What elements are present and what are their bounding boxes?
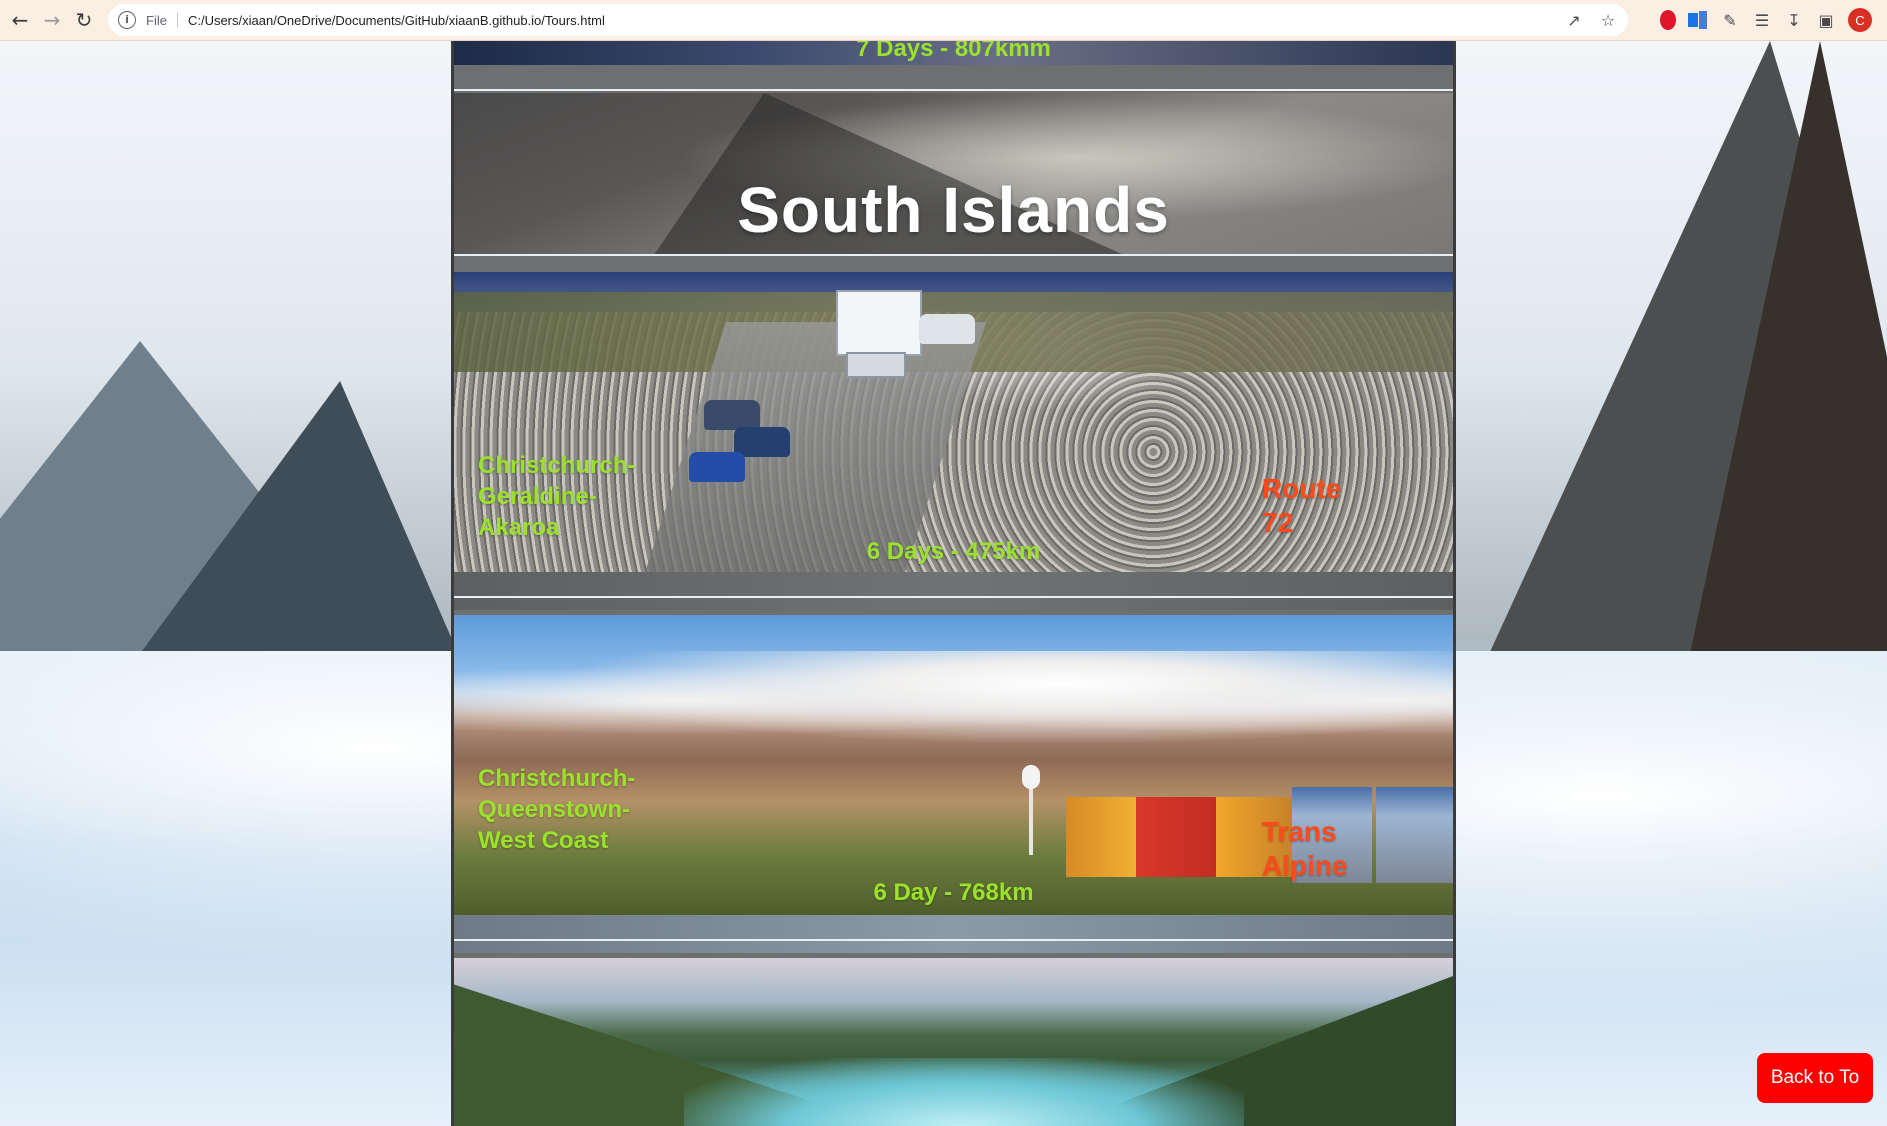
car <box>689 452 745 482</box>
tour-duration-text: 6 Day - 768km <box>873 879 1034 906</box>
section-divider <box>454 89 1453 91</box>
rail-signal-head <box>1022 765 1040 789</box>
tour-card-route-72[interactable]: Christchurch-Geraldine-Akaroa Route 72 6… <box>454 272 1453 572</box>
glacier-ice <box>684 1058 1244 1126</box>
truck-cab <box>846 352 906 378</box>
browser-toolbar: ← → ↻ i File C:/Users/xiaan/OneDrive/Doc… <box>0 0 1887 41</box>
forward-arrow-icon[interactable]: → <box>38 6 66 34</box>
locomotive <box>1066 797 1136 877</box>
tours-column: 7 Days - 807kmm South Islands Christchur… <box>451 41 1456 1126</box>
reading-list-icon[interactable]: ☰ <box>1752 10 1772 30</box>
car <box>919 314 975 344</box>
section-title: South Islands <box>737 174 1170 246</box>
car <box>734 427 790 457</box>
section-divider <box>454 596 1453 598</box>
opera-extension-icon[interactable] <box>1660 10 1676 30</box>
address-bar[interactable]: i File C:/Users/xiaan/OneDrive/Documents… <box>108 4 1628 36</box>
back-to-top-button[interactable]: Back to To <box>1757 1053 1873 1103</box>
section-divider <box>454 254 1453 256</box>
url-text[interactable]: C:/Users/xiaan/OneDrive/Documents/GitHub… <box>188 13 605 28</box>
extensions-puzzle-icon[interactable]: ✎ <box>1720 10 1740 30</box>
tour-card-glacier[interactable] <box>454 958 1453 1126</box>
bookmark-star-icon[interactable]: ☆ <box>1598 10 1618 30</box>
previous-tour-duration: 7 Days - 807kmm <box>856 41 1051 62</box>
mountain-shape <box>120 381 470 681</box>
section-divider <box>454 939 1453 941</box>
train <box>1066 767 1453 887</box>
card-gap-band <box>454 915 1453 953</box>
tour-route-text: Christchurch-Queenstown-West Coast <box>478 765 636 854</box>
side-panel-icon[interactable]: ▣ <box>1816 10 1836 30</box>
locomotive <box>1136 797 1216 877</box>
previous-tour-image: 7 Days - 807kmm <box>454 41 1453 65</box>
snowy-mountains <box>454 651 1453 761</box>
tour-route-text: Christchurch-Geraldine-Akaroa <box>478 452 636 541</box>
tour-card-trans-alpine[interactable]: Christchurch-Queenstown-West Coast Trans… <box>454 615 1453 915</box>
share-icon[interactable]: ↗ <box>1564 10 1584 30</box>
truck <box>836 290 922 356</box>
download-icon[interactable]: ↧ <box>1784 10 1804 30</box>
scheme-label: File <box>146 12 167 28</box>
tour-name-text: Route 72 <box>1262 473 1342 538</box>
passenger-coach <box>1376 787 1453 883</box>
profile-avatar[interactable]: C <box>1848 8 1872 32</box>
tour-duration-text: 6 Days - 475km <box>866 538 1041 565</box>
card-gap-band <box>454 572 1453 610</box>
car <box>704 400 760 430</box>
translate-extension-icon[interactable] <box>1688 11 1708 29</box>
mountain-shape <box>1680 41 1887 701</box>
reload-icon[interactable]: ↻ <box>70 6 98 34</box>
back-arrow-icon[interactable]: ← <box>6 6 34 34</box>
info-icon[interactable]: i <box>118 11 136 29</box>
address-separator <box>176 12 178 28</box>
tour-name-text: Trans Alpine <box>1262 816 1348 881</box>
